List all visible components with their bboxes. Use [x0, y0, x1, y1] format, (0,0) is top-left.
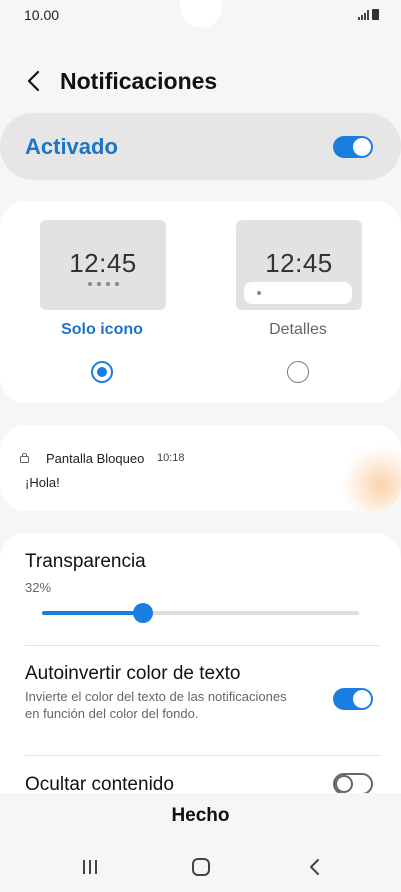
transparency-value: 32%: [25, 580, 52, 595]
auto-invert-title: Autoinvertir color de texto: [25, 663, 241, 684]
notification-dots-icon: [40, 282, 166, 286]
navigation-bar: [0, 848, 401, 886]
header: Notificaciones: [0, 60, 401, 102]
status-icons: [358, 9, 379, 20]
radio-icon-only[interactable]: [91, 361, 113, 383]
hide-content-title: Ocultar contenido: [25, 774, 174, 793]
transparency-slider[interactable]: [42, 603, 359, 623]
home-icon[interactable]: [190, 856, 212, 878]
master-switch-label: Activado: [25, 134, 118, 159]
transparency-title: Transparencia: [25, 551, 146, 572]
auto-invert-toggle[interactable]: [333, 688, 373, 710]
signal-icon: [358, 10, 369, 20]
master-switch-row[interactable]: Activado: [0, 113, 401, 180]
notification-time: 10:18: [157, 452, 185, 464]
notification-detail-bar: [244, 282, 352, 304]
recent-apps-icon[interactable]: [79, 856, 101, 878]
divider: [25, 645, 380, 646]
hide-content-toggle[interactable]: [333, 773, 373, 793]
divider: [25, 755, 380, 756]
status-time: 10.00: [24, 7, 60, 23]
transparency-slider-thumb[interactable]: [133, 603, 154, 623]
details-preview[interactable]: 12:45: [236, 220, 362, 310]
battery-icon: [372, 9, 379, 20]
option-details-label[interactable]: Detalles: [228, 321, 368, 339]
camera-notch: [180, 0, 222, 28]
wallpaper-glow: [341, 445, 401, 511]
notification-preview-card: Pantalla Bloqueo 10:18 ¡Hola!: [0, 425, 401, 511]
notification-message: ¡Hola!: [25, 475, 60, 490]
radio-details[interactable]: [287, 361, 309, 383]
settings-card: Transparencia 32% Autoinvertir color de …: [0, 533, 401, 793]
icon-only-preview[interactable]: 12:45: [40, 220, 166, 310]
transparency-slider-fill: [42, 611, 144, 615]
preview-clock: 12:45: [265, 248, 333, 278]
auto-invert-description: Invierte el color del texto de las notif…: [25, 689, 287, 721]
status-bar: 10.00: [0, 0, 401, 30]
preview-clock: 12:45: [69, 248, 137, 278]
lock-icon: [20, 453, 29, 463]
notification-style-card: 12:45 12:45 Solo icono Detalles: [0, 201, 401, 403]
master-toggle[interactable]: [333, 136, 373, 158]
done-button[interactable]: Hecho: [0, 805, 401, 831]
notification-app-name: Pantalla Bloqueo: [46, 451, 145, 466]
back-icon[interactable]: [304, 856, 326, 878]
back-arrow-icon[interactable]: [22, 68, 48, 94]
option-icon-only-label[interactable]: Solo icono: [32, 321, 172, 339]
page-title: Notificaciones: [60, 68, 218, 94]
